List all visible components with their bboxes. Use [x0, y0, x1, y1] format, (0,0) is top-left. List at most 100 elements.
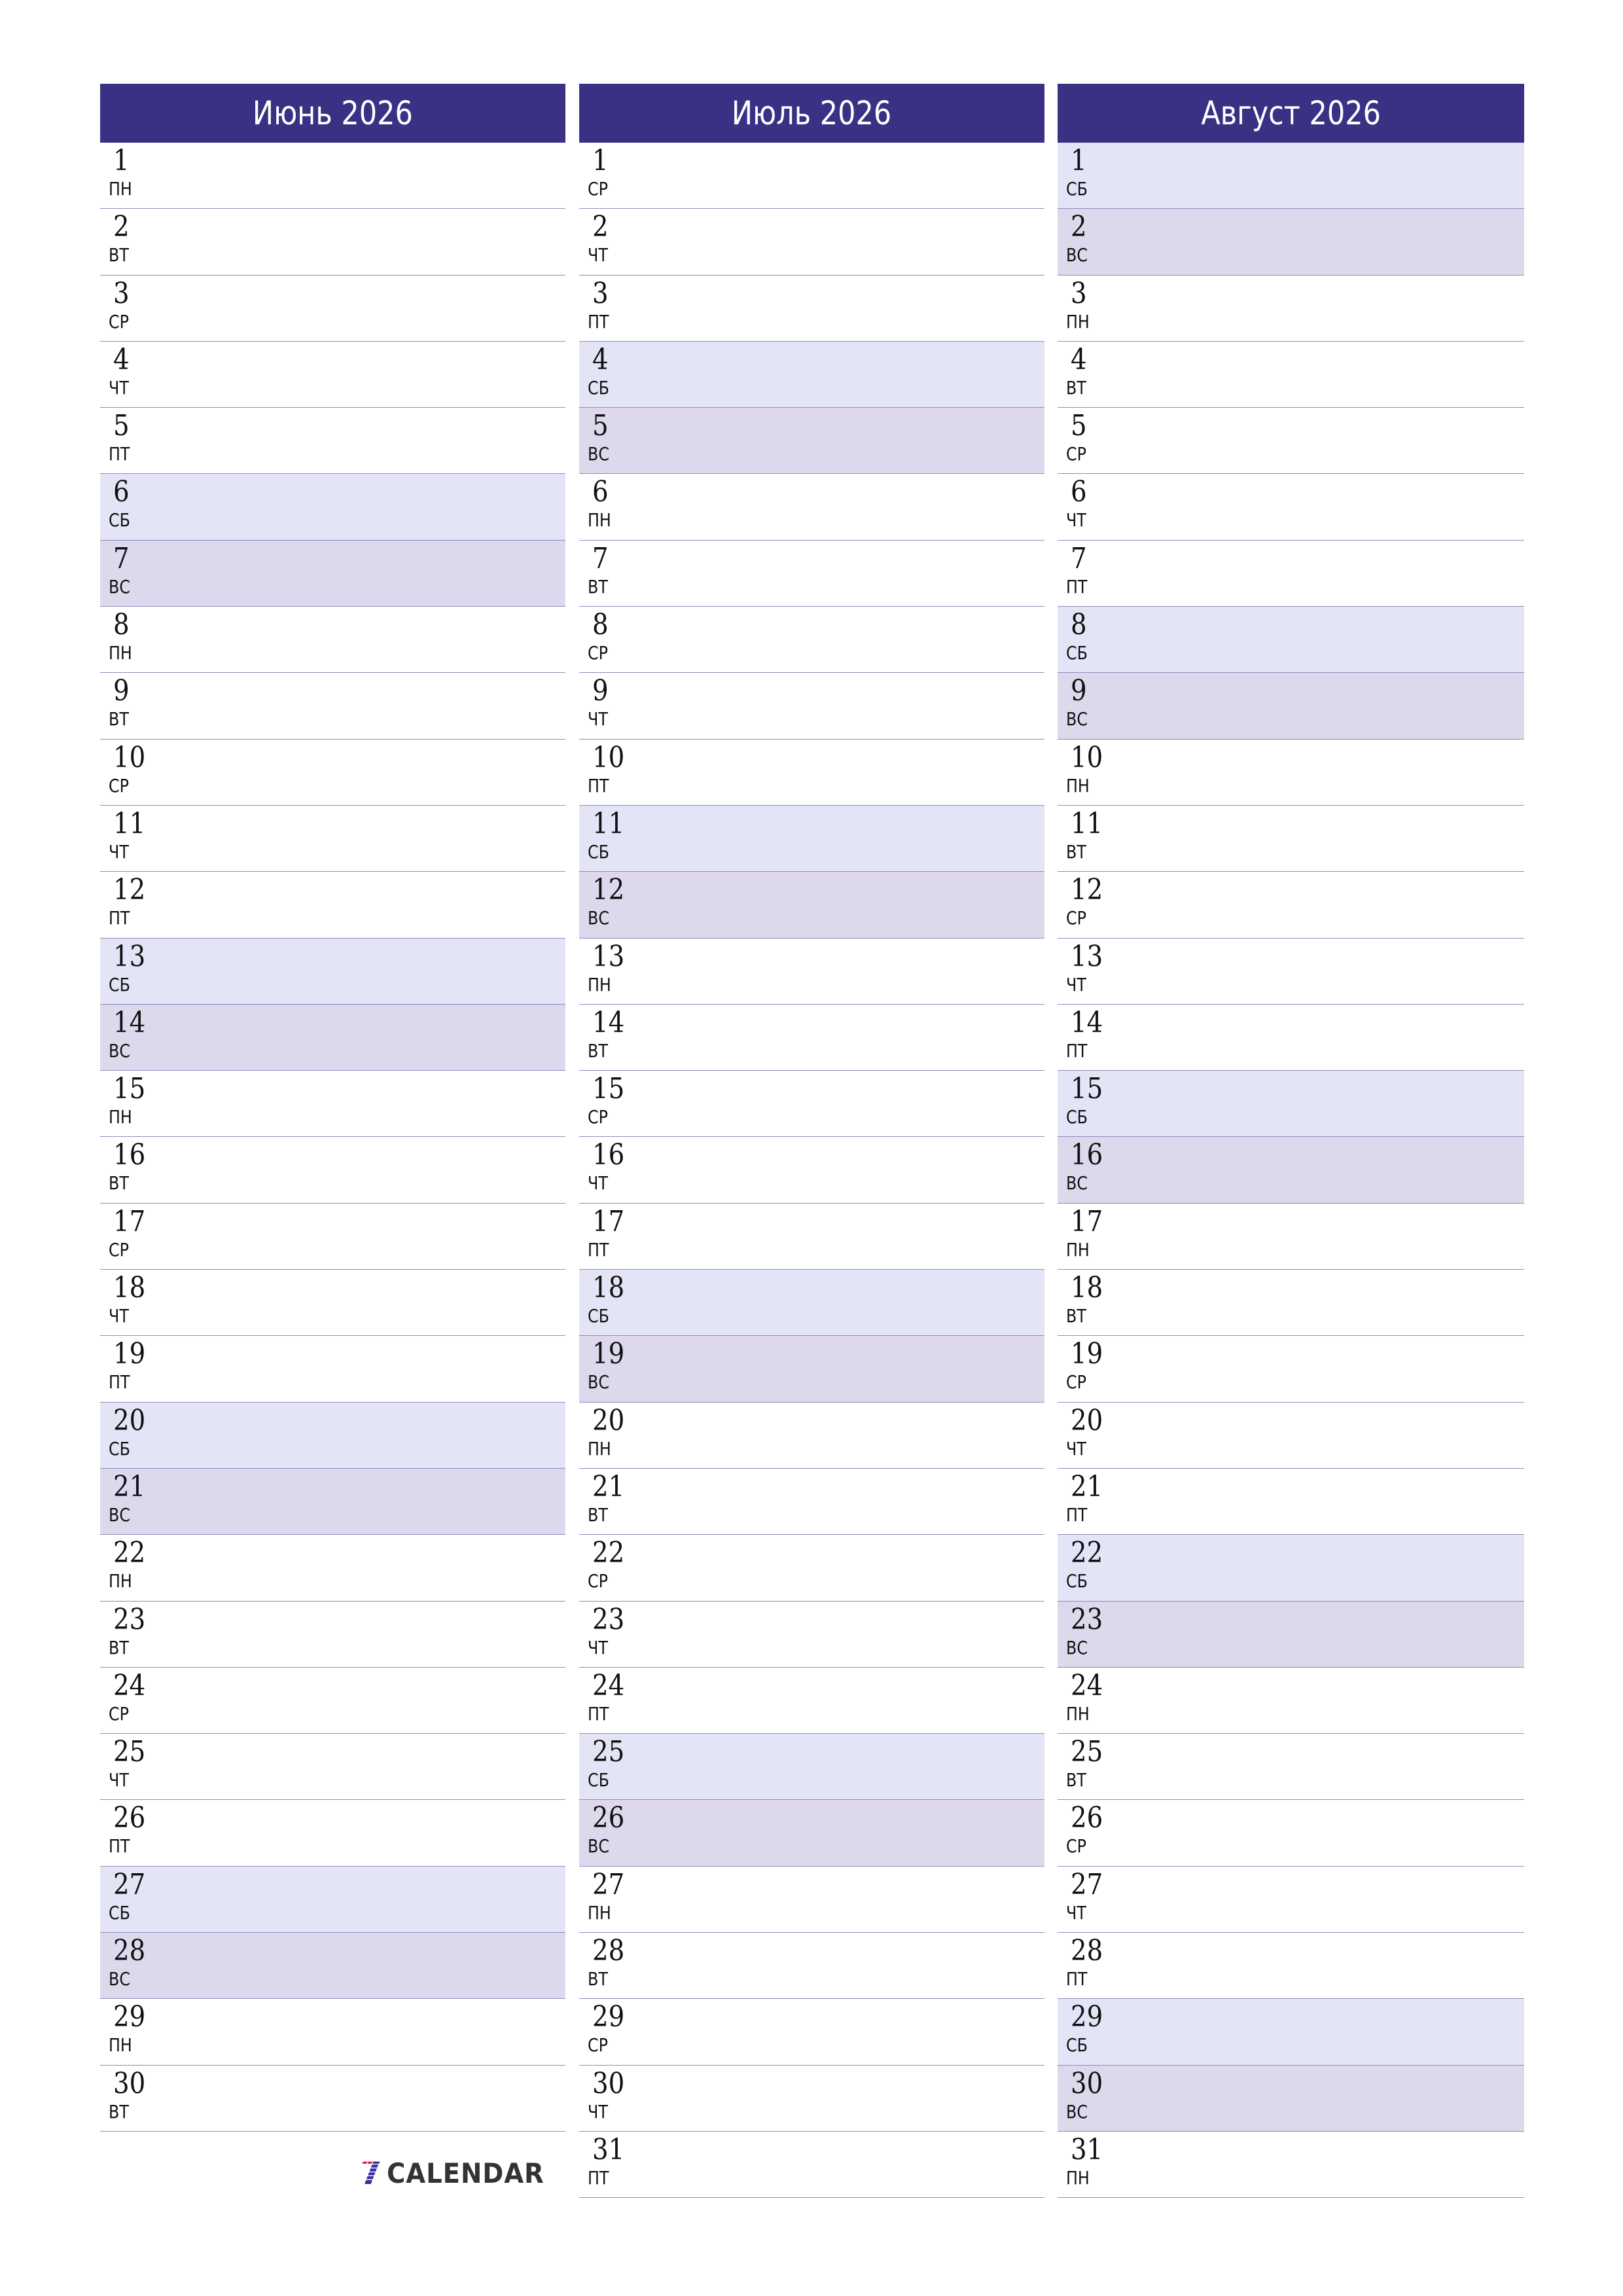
weekday-abbr: ВС — [109, 575, 130, 598]
day-row: 16 ВТ — [100, 1137, 565, 1204]
weekday-abbr: ВС — [109, 1968, 130, 1990]
weekday-abbr: СБ — [109, 973, 130, 996]
weekday-abbr: ПН — [1066, 1238, 1090, 1261]
weekday-abbr: ЧТ — [588, 1636, 608, 1659]
day-row: 7 ВС — [100, 540, 565, 607]
day-row: 10 СР — [100, 740, 565, 806]
day-row: 4 ЧТ — [100, 342, 565, 408]
weekday-abbr: ВС — [588, 443, 609, 465]
day-row: 2 ЧТ — [579, 209, 1044, 276]
weekday-abbr: ЧТ — [588, 1172, 608, 1194]
day-number: 22 — [1071, 1536, 1103, 1570]
day-row: 28 ВТ — [579, 1933, 1044, 2000]
day-number: 30 — [113, 2066, 146, 2100]
day-number: 16 — [1071, 1138, 1103, 1172]
weekday-abbr: СБ — [109, 509, 130, 531]
weekday-abbr: СР — [1066, 907, 1086, 929]
weekday-abbr: ВС — [1066, 1636, 1088, 1659]
weekday-abbr: ПТ — [1066, 575, 1088, 598]
day-number: 3 — [113, 276, 130, 310]
day-number: 7 — [113, 541, 130, 575]
day-row: 16 ВС — [1058, 1137, 1524, 1204]
day-row: 7 ВТ — [579, 541, 1044, 607]
weekday-abbr: ПН — [109, 1106, 132, 1128]
day-row: 30 ЧТ — [579, 2066, 1044, 2132]
day-number: 30 — [1071, 2066, 1103, 2100]
day-number: 26 — [1071, 1801, 1103, 1835]
day-row: 20 ЧТ — [1058, 1403, 1524, 1469]
day-number: 1 — [113, 144, 130, 177]
day-number: 27 — [113, 1867, 146, 1901]
day-row: 13 ЧТ — [1058, 939, 1524, 1005]
weekday-abbr: ПТ — [109, 443, 130, 465]
day-number: 12 — [1071, 873, 1103, 907]
day-number: 14 — [592, 1005, 625, 1039]
weekday-abbr: СБ — [588, 376, 609, 399]
day-row: 6 ПН — [579, 474, 1044, 541]
day-row: 11 ВТ — [1058, 806, 1524, 872]
weekday-abbr: СБ — [109, 1901, 130, 1924]
day-number: 27 — [1071, 1867, 1103, 1901]
weekday-abbr: ПН — [109, 2034, 132, 2056]
day-row: 17 ПТ — [579, 1204, 1044, 1270]
weekday-abbr: ВС — [588, 1835, 609, 1857]
day-number: 19 — [1071, 1337, 1103, 1371]
weekday-abbr: СБ — [588, 840, 609, 863]
day-row: 16 ЧТ — [579, 1137, 1044, 1204]
day-number: 5 — [113, 409, 130, 443]
day-number: 31 — [592, 2132, 625, 2166]
weekday-abbr: ВТ — [109, 1636, 129, 1659]
weekday-abbr: ВТ — [588, 1968, 608, 1990]
day-row: 9 ВС — [1058, 673, 1524, 740]
day-number: 12 — [113, 873, 146, 907]
weekday-abbr: ВТ — [109, 244, 129, 266]
weekday-abbr: ЧТ — [588, 2100, 608, 2123]
weekday-abbr: ВТ — [1066, 376, 1086, 399]
weekday-abbr: ПН — [109, 178, 132, 200]
day-row: 27 ПН — [579, 1867, 1044, 1933]
day-row: 30 ВС — [1058, 2065, 1524, 2132]
weekday-abbr: СБ — [588, 1769, 609, 1791]
day-number: 14 — [113, 1005, 146, 1039]
day-row: 25 СБ — [579, 1734, 1044, 1801]
day-number: 16 — [592, 1138, 625, 1172]
day-row: 18 ЧТ — [100, 1270, 565, 1336]
weekday-abbr: ВТ — [1066, 1769, 1086, 1791]
day-number: 29 — [592, 2000, 625, 2034]
day-row: 30 ВТ — [100, 2066, 565, 2132]
brand-logo: CALENDAR — [362, 2147, 558, 2199]
day-row: 4 ВТ — [1058, 342, 1524, 408]
day-number: 18 — [1071, 1271, 1103, 1305]
day-number: 5 — [592, 409, 609, 443]
day-number: 22 — [592, 1536, 625, 1570]
weekday-abbr: СР — [1066, 1835, 1086, 1857]
day-row: 24 ПТ — [579, 1668, 1044, 1734]
day-number: 2 — [592, 210, 609, 244]
weekday-abbr: ПТ — [588, 774, 609, 797]
day-number: 10 — [113, 740, 146, 774]
day-number: 7 — [1071, 541, 1087, 575]
weekday-abbr: СР — [588, 1106, 608, 1128]
day-row: 22 СР — [579, 1535, 1044, 1602]
day-row: 1 СБ — [1058, 143, 1524, 209]
month-header: Август 2026 — [1058, 84, 1524, 143]
day-row: 9 ЧТ — [579, 673, 1044, 740]
day-row: 21 ВС — [100, 1468, 565, 1535]
day-row: 21 ВТ — [579, 1469, 1044, 1535]
day-number: 30 — [592, 2066, 625, 2100]
day-number: 28 — [113, 1934, 146, 1968]
day-number: 11 — [113, 806, 146, 840]
day-number: 18 — [592, 1271, 625, 1305]
weekday-abbr: ПТ — [1066, 1503, 1088, 1526]
day-number: 6 — [113, 475, 130, 509]
day-row: 6 ЧТ — [1058, 474, 1524, 541]
day-row: 29 СБ — [1058, 1999, 1524, 2066]
day-row: 18 СБ — [579, 1270, 1044, 1336]
weekday-abbr: СБ — [588, 1305, 609, 1327]
weekday-abbr: ПТ — [588, 2166, 609, 2189]
weekday-abbr: ВС — [588, 1371, 609, 1393]
day-row: 3 ПН — [1058, 276, 1524, 342]
day-row: 19 ВС — [579, 1336, 1044, 1403]
day-row: 14 ПТ — [1058, 1005, 1524, 1071]
day-row: 2 ВС — [1058, 209, 1524, 276]
